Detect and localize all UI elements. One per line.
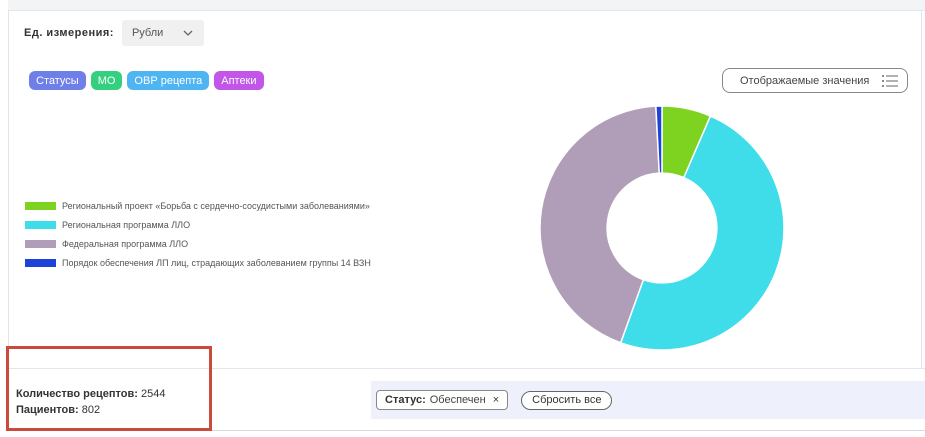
tag-mo[interactable]: МО	[90, 71, 123, 90]
close-icon[interactable]: ×	[493, 394, 499, 406]
tag-pharmacies[interactable]: Аптеки	[214, 71, 264, 90]
legend-label: Федеральная программа ЛЛО	[62, 238, 189, 249]
filter-chip-value: Обеспечен	[429, 394, 486, 406]
unit-dropdown[interactable]: Рубли	[121, 20, 204, 46]
highlight-box	[6, 346, 212, 431]
tag-ovr[interactable]: ОВР рецепта	[127, 71, 210, 90]
displayed-values-button[interactable]: Отображаемые значения	[722, 68, 908, 93]
chart-legend: Региональный проект «Борьба с сердечно-с…	[25, 196, 371, 272]
unit-label: Ед. измерения:	[24, 27, 114, 39]
legend-swatch	[25, 220, 56, 229]
unit-dropdown-value: Рубли	[131, 27, 164, 39]
reset-all-button[interactable]: Сбросить все	[521, 390, 613, 410]
legend-item[interactable]: Федеральная программа ЛЛО	[25, 234, 371, 253]
legend-label: Порядок обеспечения ЛП лиц, страдающих з…	[62, 257, 371, 268]
legend-swatch	[25, 201, 56, 210]
unit-selector-row: Ед. измерения: Рубли	[24, 20, 204, 46]
legend-label: Региональная программа ЛЛО	[62, 219, 191, 230]
legend-item[interactable]: Порядок обеспечения ЛП лиц, страдающих з…	[25, 253, 371, 272]
displayed-values-label: Отображаемые значения	[740, 74, 870, 87]
active-filters-bar: Статус: Обеспечен × Сбросить все	[371, 381, 925, 419]
legend-swatch	[25, 258, 56, 267]
filter-chip-key: Статус:	[385, 394, 426, 406]
legend-item[interactable]: Региональная программа ЛЛО	[25, 215, 371, 234]
filter-tags: Статусы МО ОВР рецепта Аптеки	[29, 71, 264, 90]
filter-chip-status[interactable]: Статус: Обеспечен ×	[376, 390, 509, 410]
legend-swatch	[25, 239, 56, 248]
donut-chart	[539, 105, 785, 351]
tag-statuses[interactable]: Статусы	[29, 71, 86, 90]
list-icon	[882, 74, 898, 87]
legend-item[interactable]: Региональный проект «Борьба с сердечно-с…	[25, 196, 371, 215]
legend-label: Региональный проект «Борьба с сердечно-с…	[62, 200, 370, 211]
chevron-down-icon	[183, 30, 193, 36]
